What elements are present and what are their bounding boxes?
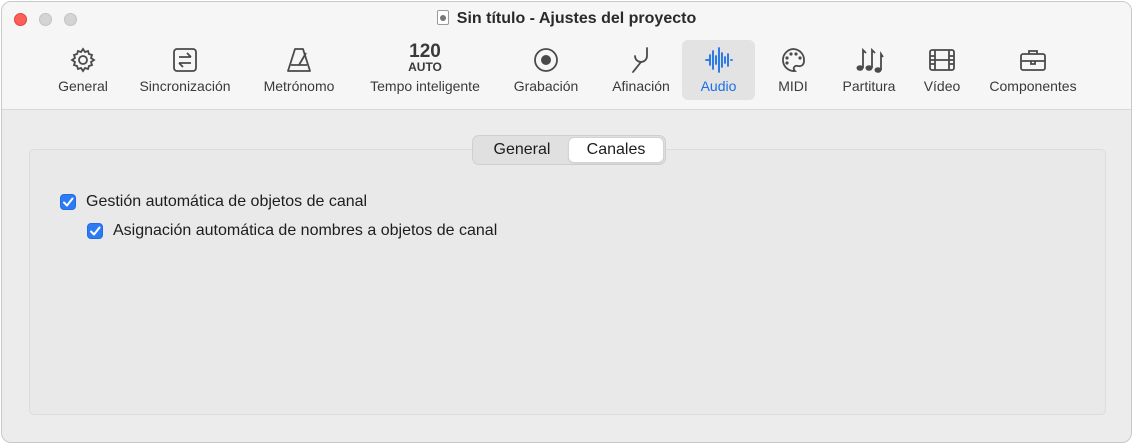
auto-channel-naming-option[interactable]: Asignación automática de nombres a objet… [87,221,567,241]
toolbar-label-audio: Audio [700,78,737,94]
toolbar-item-smart-tempo[interactable]: 120 AUTO Tempo inteligente [358,40,492,100]
toolbar-label-tuning: Afinación [612,78,670,94]
auto-channel-objects-checkbox[interactable] [60,194,76,210]
settings-toolbar: General Sincronización Metrónomo 120 AUT… [2,40,1131,102]
toolbar-label-midi: MIDI [778,78,808,94]
auto-channel-objects-label: Gestión automática de objetos de canal [86,193,368,210]
project-settings-window: Sin título - Ajustes del proyecto Genera… [1,1,1132,443]
music-notes-icon [856,47,884,73]
metronome-icon [287,48,311,72]
film-icon [929,49,955,71]
tab-channels[interactable]: Canales [569,138,663,162]
toolbar-item-tuning[interactable]: Afinación [603,40,679,100]
toolbar-label-video: Vídeo [923,78,961,94]
auto-channel-objects-option[interactable]: Gestión automática de objetos de canal [60,192,440,212]
toolbar-item-video[interactable]: Vídeo [915,40,969,100]
toolbar-item-components[interactable]: Componentes [980,40,1086,100]
toolbar-item-sync[interactable]: Sincronización [129,40,241,100]
toolbar-label-recording: Grabación [513,78,579,94]
toolbar-label-components: Componentes [989,78,1077,94]
toolbar-label-score: Partitura [842,78,896,94]
toolbar-label-general: General [58,78,108,94]
toolbar-label-metronome: Metrónomo [263,78,335,94]
logic-project-icon [436,10,449,25]
window-title-container: Sin título - Ajustes del proyecto [2,10,1131,28]
channels-panel [29,149,1106,415]
gear-icon [70,47,96,73]
tab-control: General Canales [472,135,666,165]
tab-general[interactable]: General [476,138,568,162]
checkmark-icon [90,226,101,236]
checkmark-icon [63,197,74,207]
toolbar-label-smart-tempo: Tempo inteligente [370,78,480,94]
briefcase-icon [1020,50,1046,71]
waveform-icon [704,47,733,73]
tuning-fork-icon [632,47,648,73]
title-bar: Sin título - Ajustes del proyecto Genera… [2,2,1131,110]
midi-icon [782,48,805,72]
window-title: Sin título - Ajustes del proyecto [456,10,697,27]
toolbar-item-score[interactable]: Partitura [833,40,905,100]
sync-icon [173,48,197,72]
toolbar-item-metronome[interactable]: Metrónomo [254,40,344,100]
toolbar-item-audio[interactable]: Audio [682,40,755,100]
auto-channel-naming-checkbox[interactable] [87,223,103,239]
tempo-mode: AUTO [408,60,442,74]
auto-channel-naming-label: Asignación automática de nombres a objet… [113,222,498,239]
toolbar-item-recording[interactable]: Grabación [505,40,587,100]
toolbar-item-general[interactable]: General [51,40,115,100]
tempo-value: 120 [409,41,441,62]
toolbar-label-sync: Sincronización [139,78,231,94]
record-icon [534,48,558,72]
toolbar-item-midi[interactable]: MIDI [765,40,821,100]
